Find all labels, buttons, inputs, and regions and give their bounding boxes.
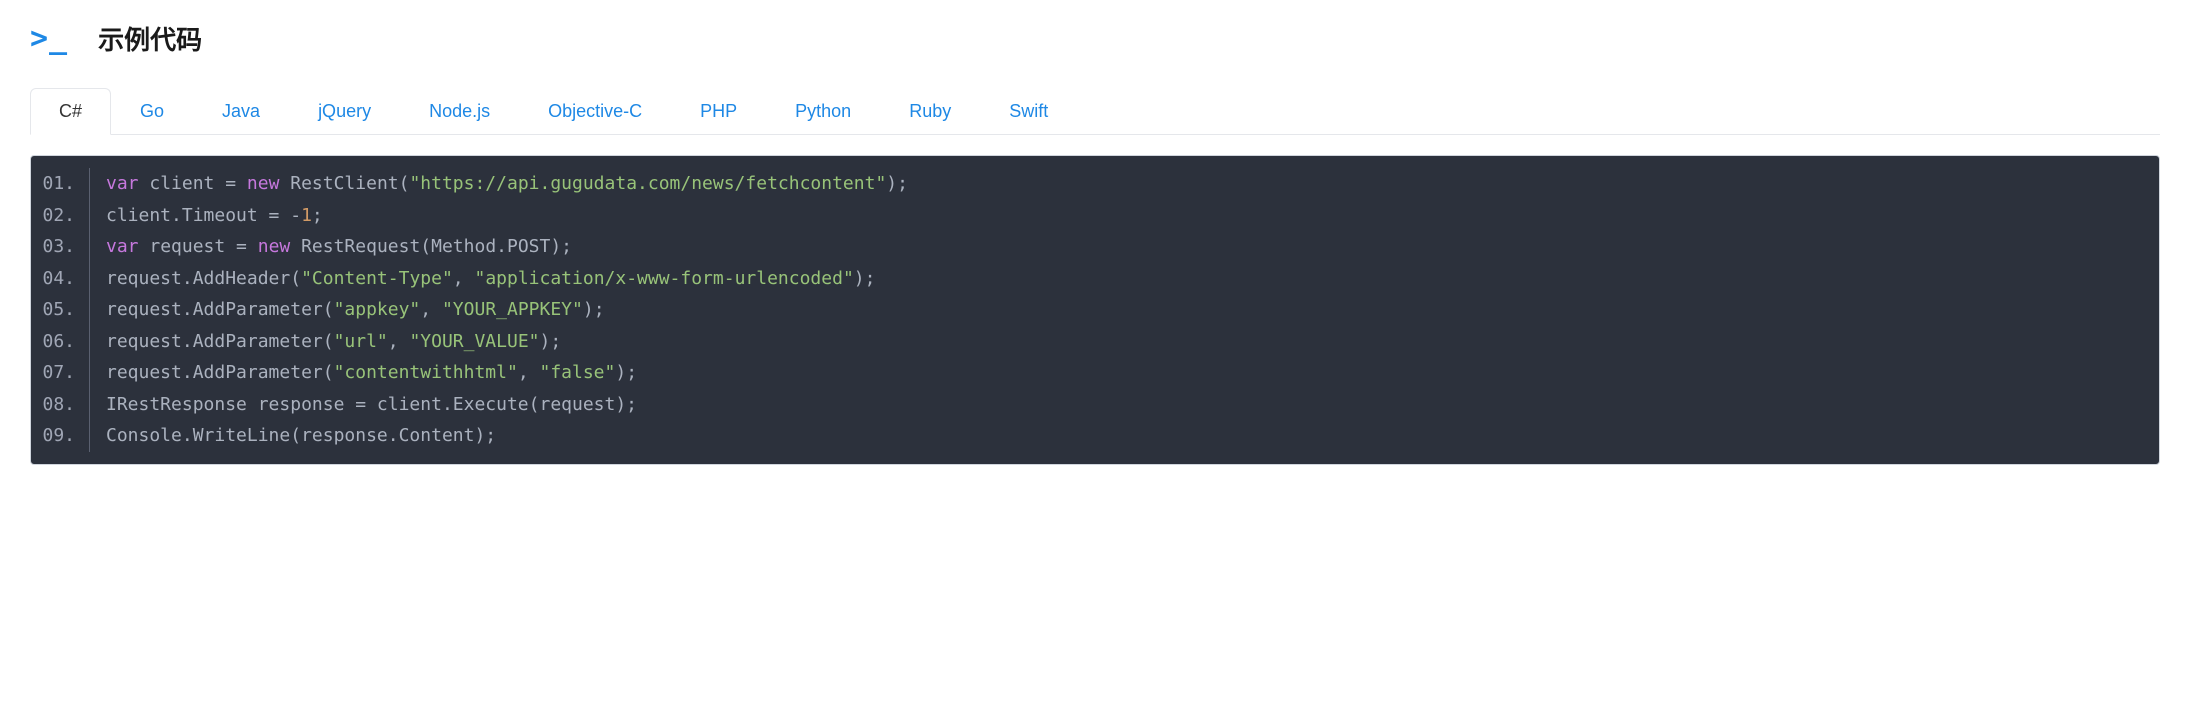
section-title: 示例代码: [98, 20, 202, 57]
tab-c-[interactable]: C#: [30, 88, 111, 135]
code-line: 08.IRestResponse response = client.Execu…: [41, 389, 2141, 421]
code-block: 01.var client = new RestClient("https://…: [30, 155, 2160, 465]
code-content: var client = new RestClient("https://api…: [89, 168, 908, 200]
code-line: 02.client.Timeout = -1;: [41, 200, 2141, 232]
tab-php[interactable]: PHP: [671, 88, 766, 135]
line-number: 08.: [41, 389, 89, 421]
line-number: 05.: [41, 294, 89, 326]
terminal-prompt-icon: >_: [30, 21, 68, 56]
tab-ruby[interactable]: Ruby: [880, 88, 980, 135]
tab-jquery[interactable]: jQuery: [289, 88, 400, 135]
language-tabs: C#GoJavajQueryNode.jsObjective-CPHPPytho…: [30, 87, 2160, 135]
code-content: request.AddParameter("contentwithhtml", …: [89, 357, 637, 389]
tab-java[interactable]: Java: [193, 88, 289, 135]
code-line: 04.request.AddHeader("Content-Type", "ap…: [41, 263, 2141, 295]
line-number: 01.: [41, 168, 89, 200]
code-content: request.AddParameter("appkey", "YOUR_APP…: [89, 294, 605, 326]
section-header: >_ 示例代码: [30, 20, 2160, 57]
line-number: 02.: [41, 200, 89, 232]
line-number: 07.: [41, 357, 89, 389]
tab-go[interactable]: Go: [111, 88, 193, 135]
code-content: request.AddHeader("Content-Type", "appli…: [89, 263, 875, 295]
line-number: 06.: [41, 326, 89, 358]
code-content: client.Timeout = -1;: [89, 200, 323, 232]
code-content: var request = new RestRequest(Method.POS…: [89, 231, 572, 263]
line-number: 04.: [41, 263, 89, 295]
tab-swift[interactable]: Swift: [980, 88, 1077, 135]
code-line: 06.request.AddParameter("url", "YOUR_VAL…: [41, 326, 2141, 358]
line-number: 09.: [41, 420, 89, 452]
tab-node-js[interactable]: Node.js: [400, 88, 519, 135]
code-line: 09.Console.WriteLine(response.Content);: [41, 420, 2141, 452]
code-line: 03.var request = new RestRequest(Method.…: [41, 231, 2141, 263]
tab-objective-c[interactable]: Objective-C: [519, 88, 671, 135]
code-content: request.AddParameter("url", "YOUR_VALUE"…: [89, 326, 561, 358]
code-content: Console.WriteLine(response.Content);: [89, 420, 496, 452]
code-line: 01.var client = new RestClient("https://…: [41, 168, 2141, 200]
code-line: 05.request.AddParameter("appkey", "YOUR_…: [41, 294, 2141, 326]
tab-python[interactable]: Python: [766, 88, 880, 135]
line-number: 03.: [41, 231, 89, 263]
code-content: IRestResponse response = client.Execute(…: [89, 389, 637, 421]
code-line: 07.request.AddParameter("contentwithhtml…: [41, 357, 2141, 389]
